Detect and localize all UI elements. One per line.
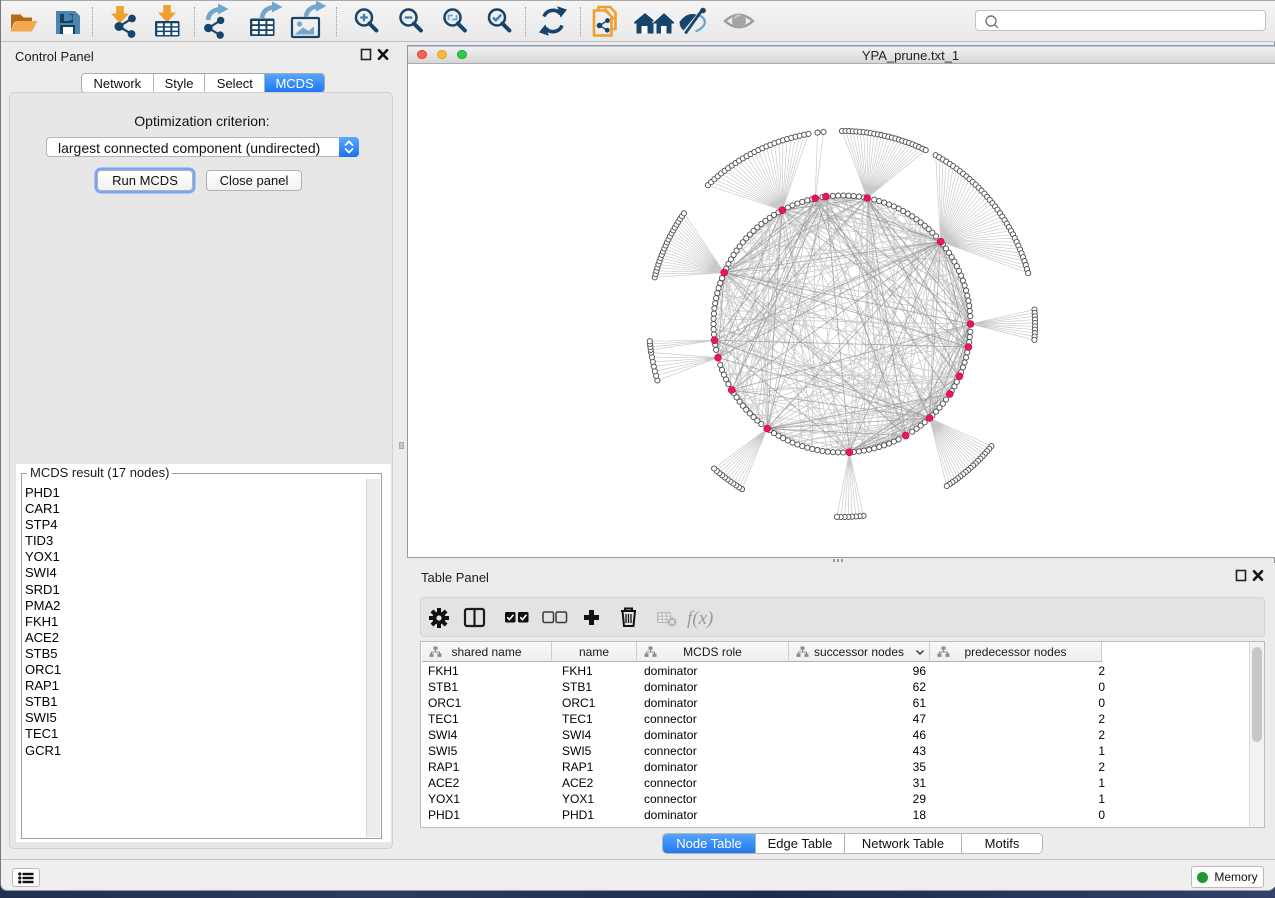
svg-text:f(x): f(x) [687, 608, 713, 629]
